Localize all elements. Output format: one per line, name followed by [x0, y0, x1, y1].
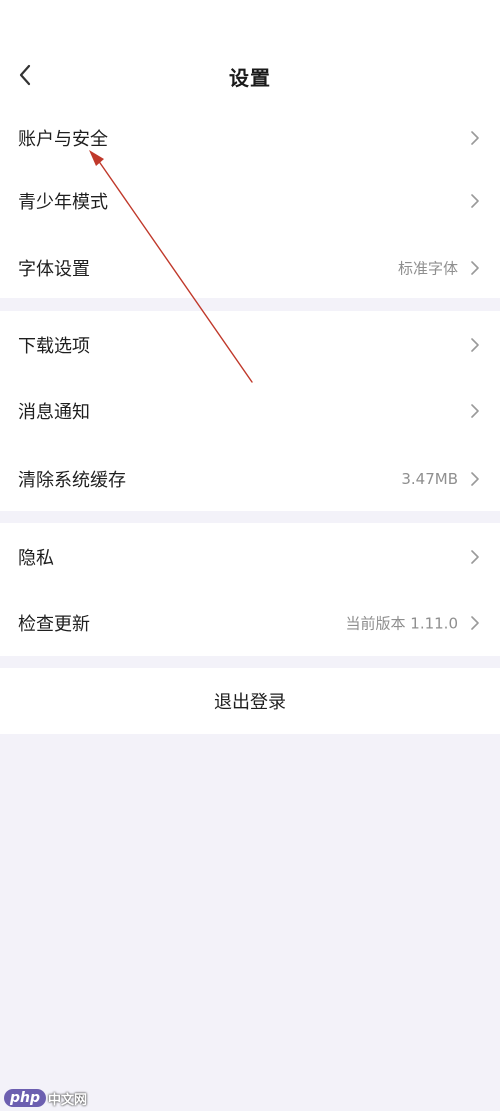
chevron-right-icon: [471, 194, 479, 208]
row-value: 当前版本 1.11.0: [345, 614, 458, 633]
chevron-right-icon: [471, 261, 479, 275]
row-label: 青少年模式: [18, 192, 108, 213]
row-account-security[interactable]: 账户与安全: [0, 105, 500, 171]
row-value: 3.47MB: [401, 470, 458, 488]
logout-label: 退出登录: [214, 692, 286, 713]
row-label: 下载选项: [18, 336, 90, 357]
settings-group-account: 账户与安全 青少年模式 字体设置 标准字体: [0, 105, 500, 298]
php-cn-watermark: php 中文网: [4, 1088, 87, 1108]
page-title: 设置: [229, 66, 271, 90]
row-check-update[interactable]: 检查更新 当前版本 1.11.0: [0, 590, 500, 656]
watermark-text: 中文网: [48, 1092, 88, 1108]
settings-group-general: 下载选项 消息通知 清除系统缓存 3.47MB: [0, 311, 500, 511]
chevron-right-icon: [471, 616, 479, 630]
chevron-right-icon: [471, 472, 479, 486]
chevron-right-icon: [471, 550, 479, 564]
chevron-right-icon: [471, 338, 479, 352]
row-clear-cache[interactable]: 清除系统缓存 3.47MB: [0, 446, 500, 512]
watermark-logo: php: [4, 1089, 47, 1107]
nav-header: 设置: [0, 0, 500, 105]
logout-button[interactable]: 退出登录: [0, 668, 500, 734]
row-teen-mode[interactable]: 青少年模式: [0, 168, 500, 234]
row-value: 标准字体: [397, 259, 458, 278]
row-notifications[interactable]: 消息通知: [0, 378, 500, 444]
chevron-right-icon: [471, 131, 479, 145]
settings-group-privacy: 隐私 检查更新 当前版本 1.11.0: [0, 523, 500, 656]
row-label: 账户与安全: [18, 129, 108, 150]
row-label: 隐私: [18, 548, 54, 569]
row-download-options[interactable]: 下载选项: [0, 312, 500, 378]
row-label: 检查更新: [18, 614, 90, 635]
chevron-right-icon: [471, 404, 479, 418]
row-label: 消息通知: [18, 402, 90, 423]
row-label: 清除系统缓存: [18, 470, 126, 491]
row-font-settings[interactable]: 字体设置 标准字体: [0, 235, 500, 301]
logout-group: 退出登录: [0, 668, 500, 734]
row-privacy[interactable]: 隐私: [0, 524, 500, 590]
row-label: 字体设置: [18, 259, 90, 280]
